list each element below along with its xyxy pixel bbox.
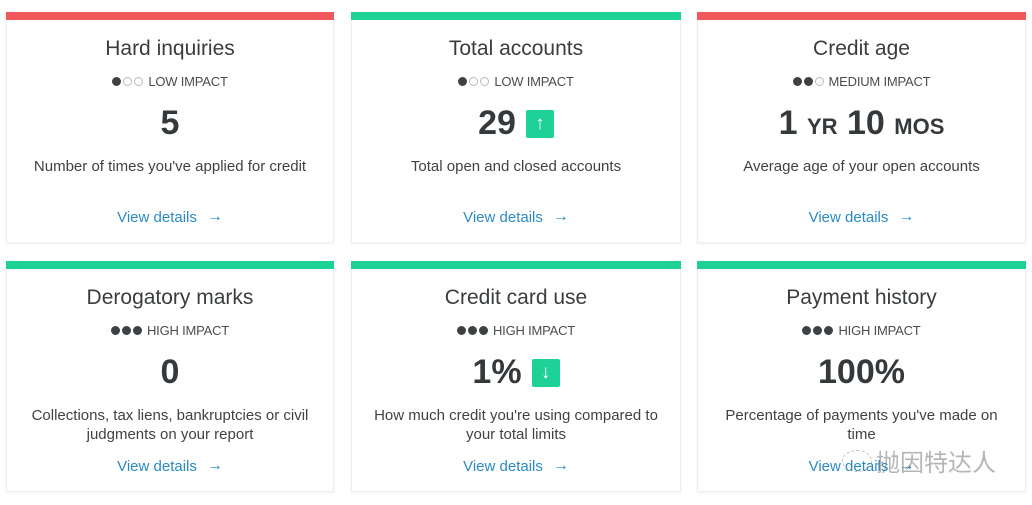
impact-dot-filled-icon	[478, 326, 488, 335]
impact-dot-filled-icon	[467, 326, 477, 335]
impact-dot-empty-icon	[480, 77, 490, 86]
impact-dot-empty-icon	[123, 77, 133, 86]
view-details-link[interactable]: View details →	[352, 457, 680, 475]
card-value: 0	[160, 353, 180, 391]
view-details-label[interactable]: View details	[463, 209, 543, 226]
impact-dot-filled-icon	[121, 326, 131, 335]
impact-dots-icon	[110, 326, 142, 335]
impact-label: HIGH IMPACT	[838, 323, 921, 338]
impact-dot-filled-icon	[824, 326, 834, 335]
impact-dots-icon	[802, 326, 834, 335]
impact-dot-empty-icon	[469, 77, 479, 86]
card-title: Total accounts	[448, 37, 584, 60]
card-credit-card-use: Credit card use HIGH IMPACT 1% ↓ How muc…	[351, 261, 681, 492]
card-value: 1 YR 10 MOS	[779, 104, 945, 143]
card-value: 100%	[818, 353, 905, 391]
impact-indicator: MEDIUM IMPACT	[698, 74, 1025, 89]
status-bar	[697, 12, 1026, 20]
card-value: 5	[160, 104, 180, 142]
card-description: Number of times you've applied for credi…	[33, 158, 307, 175]
impact-dot-filled-icon	[803, 77, 813, 86]
value-months: 10	[846, 104, 885, 142]
card-description: Percentage of payments you've made on ti…	[725, 407, 998, 443]
value-years-unit: YR	[806, 114, 838, 139]
card-title: Hard inquiries	[105, 37, 235, 60]
card-total-accounts: Total accounts LOW IMPACT 29 ↑ Total ope…	[351, 12, 681, 243]
view-details-label[interactable]: View details	[117, 209, 197, 226]
card-title: Derogatory marks	[86, 286, 254, 309]
view-details-link[interactable]: View details →	[698, 208, 1025, 226]
impact-dots-icon	[456, 326, 488, 335]
impact-dots-icon	[112, 77, 144, 86]
trend-up-icon: ↑	[525, 109, 554, 138]
impact-label: MEDIUM IMPACT	[828, 74, 931, 89]
card-title: Credit age	[813, 37, 910, 60]
value-row: 100%	[698, 353, 1025, 392]
impact-dot-empty-icon	[814, 77, 824, 86]
impact-label: HIGH IMPACT	[146, 323, 230, 338]
card-title: Credit card use	[444, 286, 588, 309]
impact-dot-filled-icon	[456, 326, 466, 335]
card-description: Average age of your open accounts	[743, 158, 980, 175]
watermark-text: 抛因特达人	[876, 449, 996, 477]
value-row: 29 ↑	[352, 104, 680, 143]
impact-indicator: HIGH IMPACT	[7, 323, 333, 338]
impact-dot-filled-icon	[112, 77, 122, 86]
card-description: Total open and closed accounts	[410, 158, 622, 175]
value-row: 5	[7, 104, 333, 143]
impact-dot-filled-icon	[792, 77, 802, 86]
arrow-right-icon[interactable]: →	[207, 208, 223, 226]
impact-indicator: LOW IMPACT	[7, 74, 333, 89]
value-years: 1	[778, 104, 798, 142]
status-bar	[351, 261, 681, 269]
card-credit-age: Credit age MEDIUM IMPACT 1 YR 10 MOS Ave…	[697, 12, 1026, 243]
card-value: 1%	[472, 353, 522, 391]
impact-dot-filled-icon	[458, 77, 468, 86]
impact-indicator: LOW IMPACT	[352, 74, 680, 89]
view-details-link[interactable]: View details →	[352, 208, 680, 226]
status-bar	[6, 12, 334, 20]
arrow-right-icon[interactable]: →	[898, 208, 914, 226]
card-hard-inquiries: Hard inquiries LOW IMPACT 5 Number of ti…	[6, 12, 334, 243]
card-description: Collections, tax liens, bankruptcies or …	[31, 407, 309, 443]
impact-dot-filled-icon	[802, 326, 812, 335]
card-derogatory-marks: Derogatory marks HIGH IMPACT 0 Collectio…	[6, 261, 334, 492]
arrow-right-icon[interactable]: →	[553, 208, 569, 226]
impact-label: LOW IMPACT	[494, 74, 574, 89]
value-row: 1 YR 10 MOS	[698, 104, 1025, 143]
view-details-link[interactable]: View details →	[7, 208, 333, 226]
status-bar	[697, 261, 1026, 269]
arrow-right-icon[interactable]: →	[207, 457, 223, 475]
impact-dot-filled-icon	[132, 326, 142, 335]
card-title: Payment history	[786, 286, 937, 309]
card-description: How much credit you're using compared to…	[374, 407, 658, 443]
view-details-link[interactable]: View details →	[7, 457, 333, 475]
arrow-right-icon[interactable]: →	[553, 457, 569, 475]
impact-indicator: HIGH IMPACT	[352, 323, 680, 338]
status-bar	[351, 12, 681, 20]
value-row: 1% ↓	[352, 353, 680, 392]
value-row: 0	[7, 353, 333, 392]
watermark: 抛因特达人	[842, 443, 996, 478]
impact-label: HIGH IMPACT	[492, 323, 576, 338]
impact-dots-icon	[792, 77, 824, 86]
impact-dots-icon	[458, 77, 490, 86]
value-months-unit: MOS	[894, 114, 945, 139]
impact-dot-filled-icon	[110, 326, 120, 335]
trend-down-icon: ↓	[531, 358, 560, 387]
status-bar	[6, 261, 334, 269]
view-details-label[interactable]: View details	[809, 209, 889, 226]
view-details-label[interactable]: View details	[117, 458, 197, 475]
impact-dot-empty-icon	[134, 77, 144, 86]
impact-label: LOW IMPACT	[148, 74, 228, 89]
wechat-logo-icon	[842, 449, 872, 472]
impact-indicator: HIGH IMPACT	[698, 323, 1025, 338]
view-details-label[interactable]: View details	[463, 458, 543, 475]
impact-dot-filled-icon	[813, 326, 823, 335]
card-value: 29	[478, 104, 516, 142]
